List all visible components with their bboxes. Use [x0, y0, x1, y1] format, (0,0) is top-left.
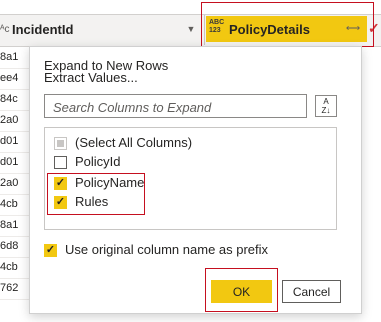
- highlight-box-columns: [47, 173, 145, 215]
- incident-id-cell[interactable]: 8a1: [0, 215, 29, 237]
- select-all-checkbox[interactable]: [54, 137, 67, 150]
- incident-id-cell[interactable]: 6d8: [0, 236, 29, 258]
- sort-az-icon: A Z↓: [321, 97, 331, 115]
- extract-values-option[interactable]: Extract Values...: [44, 70, 138, 85]
- incident-id-cell[interactable]: d01: [0, 131, 29, 153]
- cancel-button[interactable]: Cancel: [282, 280, 341, 303]
- prefix-checkbox[interactable]: ✓: [44, 244, 57, 257]
- incident-id-cell[interactable]: d01: [0, 152, 29, 174]
- select-all-label: (Select All Columns): [75, 135, 193, 150]
- incident-id-cell[interactable]: 762: [0, 278, 29, 300]
- incident-id-cell[interactable]: 8a1: [0, 47, 29, 69]
- sort-az-button[interactable]: A Z↓: [315, 95, 337, 117]
- incident-id-cell[interactable]: 4cb: [0, 194, 29, 216]
- prefix-label: Use original column name as prefix: [65, 242, 269, 257]
- incident-id-column-header[interactable]: IncidentId: [12, 22, 73, 37]
- incident-id-cell[interactable]: 2a0: [0, 110, 29, 132]
- search-columns-input[interactable]: [51, 95, 305, 119]
- incident-id-cell[interactable]: 84c: [0, 89, 29, 111]
- text-type-icon: ᴬc: [0, 24, 10, 35]
- policyid-label: PolicyId: [75, 154, 121, 169]
- incident-id-cell[interactable]: 2a0: [0, 173, 29, 195]
- highlight-box-ok: [205, 268, 278, 312]
- incident-id-cell[interactable]: 4cb: [0, 257, 29, 279]
- policyid-checkbox[interactable]: [54, 156, 67, 169]
- highlight-box-column: [201, 2, 374, 47]
- chevron-down-icon[interactable]: ▼: [184, 22, 198, 36]
- incident-id-cell[interactable]: ee4: [0, 68, 29, 90]
- search-columns-box[interactable]: [44, 94, 307, 119]
